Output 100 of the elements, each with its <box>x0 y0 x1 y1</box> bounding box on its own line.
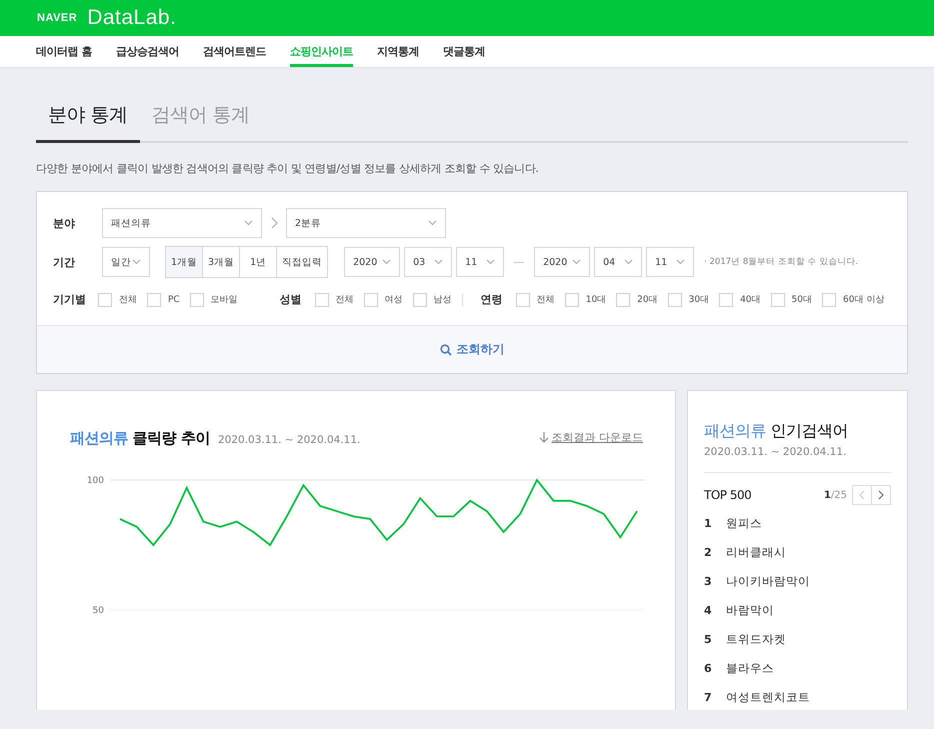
chevron-down-icon <box>486 259 496 265</box>
checkbox-option[interactable]: 30대 <box>668 292 710 306</box>
search-icon <box>440 344 452 356</box>
description: 다양한 분야에서 클릭이 발생한 검색어의 클릭량 추이 및 연령별/성별 정보를 상세하게 조회할 수 있습니다. <box>36 161 540 176</box>
rank-number: 3 <box>704 575 713 588</box>
checkbox[interactable] <box>564 292 579 306</box>
rank-number: 6 <box>704 662 713 675</box>
download-icon <box>538 432 548 443</box>
checkbox-option[interactable]: 전체 <box>314 292 354 306</box>
rank-number: 4 <box>704 604 713 617</box>
rank-number: 1 <box>704 517 713 530</box>
nav-link[interactable]: 급상승검색어 <box>116 36 179 67</box>
range-button[interactable]: 1년 <box>239 246 278 278</box>
date-range: 2020.03.11. ~ 2020.04.11. <box>704 446 891 473</box>
rank-number: 7 <box>704 691 713 704</box>
date-range: 2020.03.11. ~ 2020.04.11. <box>218 434 360 446</box>
keyword-link[interactable]: 여성트렌치코트 <box>726 690 810 705</box>
checkbox-option[interactable]: 모바일 <box>190 292 238 306</box>
chevron-left-icon <box>859 490 865 500</box>
keyword-link[interactable]: 리버클래시 <box>726 545 786 560</box>
checkbox[interactable] <box>770 292 785 306</box>
checkbox[interactable] <box>314 292 329 306</box>
field-label: 성별 <box>280 292 303 307</box>
date-select[interactable]: 11 <box>456 247 504 277</box>
keyword-link[interactable]: 트위드자켓 <box>726 632 786 647</box>
rank-number: 5 <box>704 633 713 646</box>
checkbox-label: 전체 <box>336 294 354 306</box>
checkbox[interactable] <box>516 292 530 306</box>
keyword-link[interactable]: 원피스 <box>726 516 762 531</box>
checkbox-option[interactable]: 남성 <box>412 292 452 306</box>
chevron-right-icon <box>878 490 884 500</box>
checkbox-option[interactable]: 20대 <box>616 292 658 306</box>
checkbox-label: 60대 이상 <box>842 294 884 306</box>
axis-label: 100 <box>86 476 104 486</box>
checkbox[interactable] <box>190 292 204 306</box>
axis-label: 50 <box>92 606 104 616</box>
field-label: 연령 <box>480 292 504 307</box>
search-button[interactable]: 조회하기 <box>37 325 907 373</box>
ranking-title: 패션의류 인기검색어 <box>704 421 850 442</box>
nav-link[interactable]: 데이터랩 홈 <box>36 36 92 67</box>
checkbox[interactable] <box>719 292 734 306</box>
checkbox-label: 30대 <box>688 294 710 306</box>
checkbox-label: 전체 <box>536 294 555 306</box>
nav-link[interactable]: 지역통계 <box>376 36 419 67</box>
checkbox[interactable] <box>412 292 427 306</box>
chevron-down-icon <box>244 220 253 226</box>
checkbox-label: 모바일 <box>210 294 238 306</box>
chevron-down-icon <box>428 220 437 226</box>
ranking-heading: TOP 500 <box>704 488 752 502</box>
checkbox-label: 20대 <box>637 294 658 306</box>
nav-link[interactable]: 검색어트렌드 <box>202 36 266 67</box>
keyword-link[interactable]: 나이키바람막이 <box>726 574 810 589</box>
checkbox-label: 40대 <box>740 294 761 306</box>
checkbox-option[interactable]: 50대 <box>770 292 812 306</box>
chevron-down-icon <box>572 259 582 265</box>
checkbox-option[interactable]: 전체 <box>516 292 555 306</box>
checkbox-label: 여성 <box>384 294 403 306</box>
chevron-down-icon <box>434 259 444 265</box>
range-button[interactable]: 1개월 <box>165 246 204 278</box>
chevron-down-icon <box>132 259 141 265</box>
checkbox[interactable] <box>616 292 630 306</box>
date-select[interactable]: 03 <box>404 247 452 277</box>
range-button[interactable]: 3개월 <box>202 246 240 278</box>
date-note: · 2017년 8월부터 조회할 수 있습니다. <box>704 256 858 268</box>
range-button[interactable]: 직접입력 <box>276 246 328 278</box>
date-select[interactable]: 2020 <box>344 247 400 277</box>
date-select[interactable]: 04 <box>594 247 642 277</box>
keyword-link[interactable]: 블라우스 <box>726 661 774 676</box>
chevron-down-icon <box>382 259 392 265</box>
keyword-link[interactable]: 바람막이 <box>726 603 774 618</box>
checkbox-label: 10대 <box>586 294 606 306</box>
rank-number: 2 <box>704 546 713 559</box>
unit-select[interactable]: 일간 <box>102 247 150 277</box>
next-page-button[interactable] <box>871 485 891 505</box>
chevron-down-icon <box>624 259 634 265</box>
checkbox-option[interactable]: 전체 <box>98 292 137 306</box>
checkbox[interactable] <box>364 292 378 306</box>
chart-title: 패션의류 클릭량 추이 <box>70 429 210 448</box>
field-label: 기간 <box>53 254 76 270</box>
date-select[interactable]: 2020 <box>534 247 590 277</box>
date-select[interactable]: 11 <box>646 247 694 277</box>
checkbox-label: 남성 <box>434 294 452 306</box>
checkbox-label: 전체 <box>119 294 137 306</box>
checkbox-option[interactable]: PC <box>147 292 180 306</box>
nav-link[interactable]: 댓글통계 <box>442 36 485 67</box>
category-select[interactable]: 패션의류 <box>102 208 262 238</box>
checkbox[interactable] <box>98 292 112 306</box>
field-label: 분야 <box>53 216 76 230</box>
checkbox[interactable] <box>668 292 682 306</box>
checkbox-option[interactable]: 40대 <box>719 292 761 306</box>
chevron-down-icon <box>676 259 686 265</box>
tab[interactable]: 분야 통계 <box>36 96 140 143</box>
subcategory-select[interactable]: 2분류 <box>286 208 446 238</box>
checkbox[interactable] <box>147 292 161 306</box>
checkbox-label: PC <box>168 294 180 304</box>
checkbox-option[interactable]: 60대 이상 <box>822 292 884 306</box>
checkbox-option[interactable]: 10대 <box>564 292 606 306</box>
checkbox-option[interactable]: 여성 <box>364 292 403 306</box>
download-link[interactable]: 조회결과 다운로드 <box>538 430 643 445</box>
checkbox[interactable] <box>822 292 836 306</box>
